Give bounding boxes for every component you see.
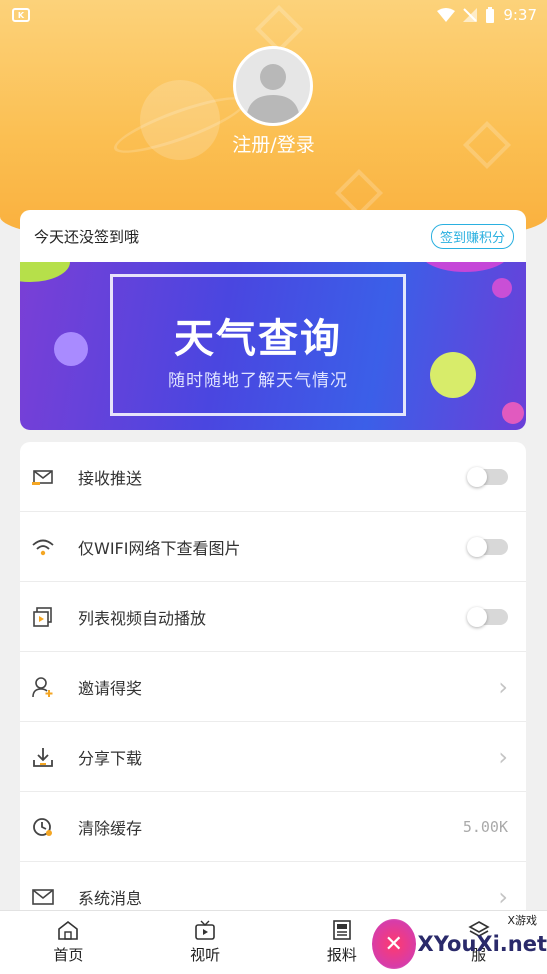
wifi-images-toggle[interactable] [467,536,508,557]
tv-icon [195,920,215,940]
decor-circle [430,352,476,398]
autoplay-toggle[interactable] [467,606,508,627]
app-notification-icon: K [12,8,30,22]
menu-label: 邀请得奖 [78,678,143,698]
mail-icon [32,886,54,908]
decor-circle [20,262,70,282]
weather-query-banner[interactable]: 天气查询 随时随地了解天气情况 [20,262,526,430]
chevron-right-icon: › [498,742,508,771]
signin-card: 今天还没签到哦 签到赚积分 天气查询 随时随地了解天气情况 [20,210,526,430]
decor-circle [502,402,524,424]
register-login-link[interactable]: 注册/登录 [0,130,547,157]
menu-label: 系统消息 [78,888,143,908]
chevron-right-icon: › [498,882,508,911]
menu-label: 清除缓存 [78,818,143,838]
menu-item-invite[interactable]: 邀请得奖 › [20,652,526,722]
home-icon [58,920,79,940]
menu-item-share[interactable]: 分享下载 › [20,722,526,792]
watermark-small-text: X游戏 [507,914,537,927]
menu-item-push[interactable]: 接收推送 [20,442,526,512]
signin-earn-points-button[interactable]: 签到赚积分 [430,223,514,249]
decor-circle [54,332,88,366]
gamepad-logo-icon: ✕ [372,919,416,969]
battery-icon [486,7,495,23]
tab-label: 报料 [326,946,357,964]
watermark: ✕ XYouXi.net X游戏 [372,914,547,974]
newspaper-icon [333,920,351,940]
push-toggle[interactable] [467,466,508,487]
menu-item-autoplay[interactable]: 列表视频自动播放 [20,582,526,652]
decor-circle [420,262,510,272]
cache-size-value: 5.00K [462,817,508,836]
menu-label: 接收推送 [78,468,143,488]
envelope-icon [32,466,54,488]
menu-item-clear-cache[interactable]: 清除缓存 5.00K [20,792,526,862]
settings-menu: 接收推送 仅WIFI网络下查看图片 列表视频自动播放 邀请得奖 › 分享下载 ›… [20,442,526,922]
clock-time: 9:37 [503,6,537,24]
status-bar: K 9:37 [0,0,547,30]
signin-status-text: 今天还没签到哦 [34,227,140,246]
tab-audio-video[interactable]: 视听 [137,911,274,974]
video-play-icon [32,606,54,628]
tab-home[interactable]: 首页 [0,911,137,974]
wifi-signal-icon [437,8,456,22]
chevron-right-icon: › [498,672,508,701]
signin-row: 今天还没签到哦 签到赚积分 [20,210,526,262]
watermark-text: XYouXi.net [417,932,547,956]
menu-label: 分享下载 [78,748,143,768]
tab-label: 首页 [53,946,84,964]
wifi-icon [32,536,54,558]
clock-clear-icon [32,816,54,838]
banner-subtitle: 随时随地了解天气情况 [168,371,348,391]
avatar[interactable] [233,46,313,126]
banner-title: 天气查询 [174,316,342,362]
decor-circle [492,278,512,298]
menu-label: 列表视频自动播放 [78,608,207,628]
menu-item-wifi-images[interactable]: 仅WIFI网络下查看图片 [20,512,526,582]
tab-label: 视听 [190,946,221,964]
add-user-icon [32,676,54,698]
menu-label: 仅WIFI网络下查看图片 [78,538,241,558]
no-signal-icon [463,8,478,22]
default-user-icon [246,64,300,123]
download-icon [32,746,54,768]
